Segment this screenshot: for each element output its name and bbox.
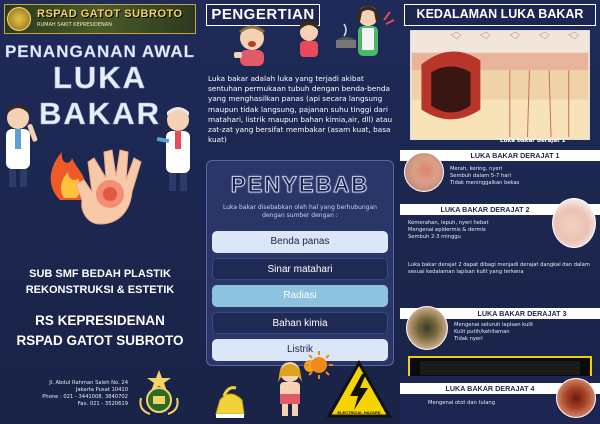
hospital-address: Jl. Abdul Rahman Saleh No. 24 Jakarta Pu… <box>28 380 128 408</box>
phone-line: Phone : 021 - 3441008, 3840702 <box>42 394 128 400</box>
logo-title: RSPAD GATOT SUBROTO <box>37 8 183 20</box>
hot-iron-icon <box>215 386 245 418</box>
kedalaman-heading: KEDALAMAN LUKA BAKAR <box>404 4 596 26</box>
degree-3-photo <box>406 306 448 350</box>
pengertian-paragraph: Luka bakar adalah luka yang terjadi akib… <box>208 74 393 145</box>
unit-name-line2: REKONSTRUKSI & ESTETIK <box>25 284 175 296</box>
hand-icon <box>75 149 142 225</box>
doctor-right-icon <box>156 107 190 191</box>
hospital-logo-banner: RSPAD GATOT SUBROTO RUMAH SAKIT KEPRESID… <box>4 4 196 34</box>
degree-1-desc-line: Tidak meninggalkan bekas <box>450 179 520 186</box>
kodam-insignia-icon <box>139 370 179 415</box>
hospital-name-line2: RSPAD GATOT SUBROTO <box>16 333 184 348</box>
degree-3-desc-line: Mengenai seluruh lapisan kulit <box>454 322 534 328</box>
degree-1-photo <box>404 152 444 192</box>
degree-2-desc-line: Kemerahan, lepuh, nyeri hebat <box>408 220 489 226</box>
degree-1-desc-line: Sembuh dalam 5-7 hari <box>450 172 512 179</box>
hospital-name-line1: RS KEPRESIDENAN <box>35 313 165 328</box>
address-line: Jakarta Pusat 10410 <box>75 387 128 393</box>
cause-item: Radiasi <box>212 285 388 307</box>
degree-3-desc-line: Kulit putih/kehitaman <box>454 328 510 335</box>
logo-subtitle: RUMAH SAKIT KEPRESIDENAN <box>37 22 112 28</box>
skin-layers-diagram <box>410 30 590 140</box>
crying-child-illustration <box>300 21 318 57</box>
penyebab-heading: PENYEBAB <box>230 172 370 198</box>
degree-2-description: Kemerahan, lepuh, nyeri hebat Mengenai e… <box>408 220 548 240</box>
degree-4-photo <box>556 378 596 418</box>
penyebab-intro-text: Luka bakar disebabkan oleh hal yang berh… <box>223 204 377 219</box>
address-line: Jl. Abdul Rahman Saleh No. 24 <box>49 380 128 386</box>
hazard-sign-label: ELECTRICAL HAZARD <box>337 410 380 415</box>
degree-2-photo <box>552 198 596 248</box>
definition-panel: PENGERTIAN Luka bakar adalah luka yang t… <box>200 0 400 424</box>
degree-3-description: Mengenai seluruh lapisan kulit Kulit put… <box>454 322 594 342</box>
doctor-left-icon <box>6 105 38 187</box>
degree-2-desc-line: Sembuh 2-3 minggu <box>408 233 461 240</box>
degree-3-label: LUKA BAKAR DERAJAT 3 <box>477 309 567 318</box>
hospital-emblem-icon <box>7 7 31 31</box>
skin-diagram-caption: Luka bakar derajat 1 <box>500 138 566 144</box>
degree-4-description: Mengenai otot dan tulang <box>428 400 548 407</box>
crying-baby-illustration <box>234 25 265 66</box>
degree-1-description: Merah, kering, nyeri Sembuh dalam 5-7 ha… <box>450 166 594 186</box>
burned-hand-illustration <box>6 105 190 225</box>
cause-item: Bahan kimia <box>212 312 388 334</box>
burn-depth-panel: KEDALAMAN LUKA BAKAR Luka bakar derajat … <box>400 0 600 424</box>
degree-4-desc-line: Mengenai otot dan tulang <box>428 400 495 406</box>
degree-2-label: LUKA BAKAR DERAJAT 2 <box>440 205 530 214</box>
degree-2-desc-line: Mengenai epidermis & dermis <box>408 226 486 233</box>
mother-cooking-illustration <box>336 6 395 56</box>
degree-2-note: Luka bakar derajat 2 dapat dibagi menjad… <box>408 262 590 275</box>
degree-1-label: LUKA BAKAR DERAJAT 1 <box>470 151 560 160</box>
degree-4-label: LUKA BAKAR DERAJAT 4 <box>445 384 535 393</box>
unit-name-line1: SUB SMF BEDAH PLASTIK <box>29 268 171 280</box>
cause-item: Sinar matahari <box>212 258 388 280</box>
cause-item: Benda panas <box>212 231 388 253</box>
degree-3-desc-line: Tidak nyeri <box>454 335 483 342</box>
cover-title-line1: PENANGANAN AWAL <box>4 42 196 61</box>
degree-1-desc-line: Merah, kering, nyeri <box>450 166 503 172</box>
cover-panel: RSPAD GATOT SUBROTO RUMAH SAKIT KEPRESID… <box>0 0 200 424</box>
warning-box <box>408 356 592 378</box>
electrical-hazard-sign-icon: ELECTRICAL HAZARD <box>326 360 392 418</box>
fax-line: Fax. 021 - 3520619 <box>77 401 128 407</box>
